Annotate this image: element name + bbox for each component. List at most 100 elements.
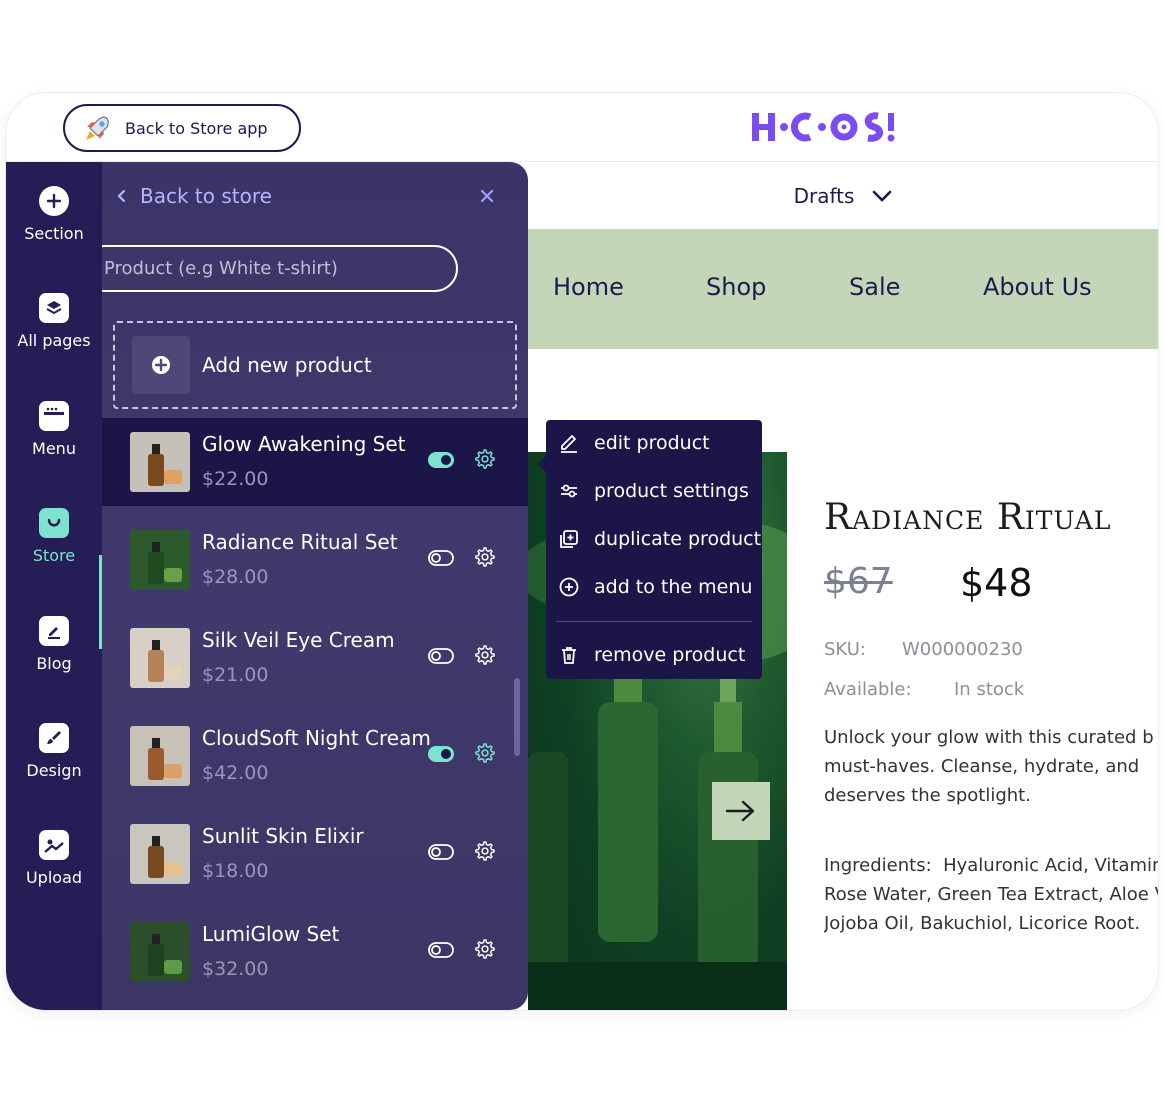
duplicate-product-label: duplicate product: [594, 528, 762, 550]
back-to-store-app-button[interactable]: Back to Store app: [63, 104, 301, 152]
add-to-menu-item[interactable]: add to the menu: [558, 576, 752, 598]
sku-value: W000000230: [902, 639, 1023, 660]
rail-item-label: Design: [26, 761, 82, 780]
new-price: $48: [960, 561, 1033, 605]
rail-item-design[interactable]: Design: [6, 723, 102, 780]
product-list-scrollbar[interactable]: [514, 678, 520, 756]
duplicate-icon: [560, 530, 578, 548]
duplicate-product-item[interactable]: duplicate product: [558, 528, 761, 550]
product-row[interactable]: Glow Awakening Set $22.00: [102, 418, 528, 506]
rail-item-label: Section: [24, 224, 84, 243]
remove-product-item[interactable]: remove product: [558, 644, 745, 666]
toggle-on-icon[interactable]: [428, 746, 454, 762]
toggle-on-icon[interactable]: [428, 452, 454, 468]
toggle-off-icon[interactable]: [428, 942, 454, 958]
product-price: $18.00: [202, 860, 269, 882]
available-label: Available:: [824, 679, 912, 700]
brush-icon: [39, 723, 69, 753]
product-settings-item[interactable]: product settings: [558, 480, 749, 502]
remove-product-label: remove product: [594, 644, 746, 666]
product-search-input[interactable]: Product (e.g White t-shirt): [102, 245, 458, 292]
add-to-menu-label: add to the menu: [594, 576, 753, 598]
plus-circle-icon: [152, 356, 170, 374]
product-thumbnail: [130, 922, 190, 982]
product-name: Glow Awakening Set: [202, 432, 406, 456]
gear-icon[interactable]: [474, 742, 496, 764]
product-name: Silk Veil Eye Cream: [202, 628, 395, 652]
site-nav-bar: Home Shop Sale About Us: [528, 229, 1158, 349]
sku-label: SKU:: [824, 639, 866, 660]
arrow-right-icon: [725, 800, 755, 822]
close-icon[interactable]: [480, 184, 494, 209]
toggle-off-icon[interactable]: [428, 648, 454, 664]
add-new-product-label: Add new product: [202, 353, 372, 377]
rail-item-section[interactable]: Section: [6, 186, 102, 243]
edit-product-item[interactable]: edit product: [558, 432, 710, 454]
rail-item-all-pages[interactable]: All pages: [6, 293, 102, 350]
product-thumbnail: [130, 530, 190, 590]
image-upload-icon: [39, 830, 69, 860]
product-ingredients: Ingredients: Hyaluronic Acid, Vitamin Ro…: [824, 855, 1158, 934]
product-row[interactable]: Sunlit Skin Elixir $18.00: [102, 810, 528, 898]
context-menu-divider: [556, 621, 752, 622]
top-bar: Back to Store app: [6, 93, 1158, 162]
drafts-selector[interactable]: Drafts: [528, 163, 1158, 229]
rail-item-store[interactable]: Store: [6, 508, 102, 565]
product-title: Radiance Ritual: [824, 497, 1112, 538]
toggle-off-icon[interactable]: [428, 550, 454, 566]
available-value: In stock: [954, 679, 1025, 700]
product-price: $42.00: [202, 762, 269, 784]
menu-window-icon: [39, 401, 69, 431]
gear-icon[interactable]: [474, 840, 496, 862]
old-price: $67: [824, 561, 893, 602]
trash-icon: [562, 647, 576, 664]
sliders-icon: [561, 484, 577, 498]
chevron-down-icon: [873, 190, 892, 202]
back-to-store-label: Back to store: [140, 184, 272, 208]
product-thumbnail: [130, 432, 190, 492]
product-row[interactable]: CloudSoft Night Cream $42.00: [102, 712, 528, 800]
plus-circle-icon: [39, 186, 69, 216]
left-rail: Section All pages Menu Store Blog Design…: [6, 162, 102, 1010]
product-settings-label: product settings: [594, 480, 749, 502]
edit-square-icon: [39, 616, 69, 646]
next-image-button[interactable]: [712, 782, 770, 840]
gear-icon[interactable]: [474, 448, 496, 470]
add-new-product-button[interactable]: Add new product: [113, 321, 517, 409]
app-frame: Back to Store app Drafts Home Shop Sale …: [6, 93, 1158, 1010]
nav-sale[interactable]: Sale: [849, 273, 900, 301]
product-name: LumiGlow Set: [202, 922, 340, 946]
nav-about-us[interactable]: About Us: [983, 273, 1092, 301]
rail-item-label: Upload: [25, 868, 83, 887]
chevron-left-icon: [117, 189, 126, 203]
nav-home[interactable]: Home: [553, 273, 624, 301]
rail-item-upload[interactable]: Upload: [6, 830, 102, 887]
rail-item-menu[interactable]: Menu: [6, 401, 102, 458]
product-name: CloudSoft Night Cream: [202, 726, 431, 750]
rail-item-label: Store: [32, 546, 76, 565]
edit-product-label: edit product: [594, 432, 710, 454]
nav-shop[interactable]: Shop: [706, 273, 766, 301]
drafts-label: Drafts: [793, 184, 855, 208]
toggle-off-icon[interactable]: [428, 844, 454, 860]
back-to-store-link[interactable]: Back to store: [116, 184, 272, 208]
gear-icon[interactable]: [474, 546, 496, 568]
context-menu-caret: [538, 456, 546, 472]
rail-item-blog[interactable]: Blog: [6, 616, 102, 673]
product-price: $22.00: [202, 468, 269, 490]
product-thumbnail: [130, 824, 190, 884]
hocoos-logo: [752, 112, 895, 142]
gear-icon[interactable]: [474, 938, 496, 960]
product-row[interactable]: Silk Veil Eye Cream $21.00: [102, 614, 528, 702]
product-price: $28.00: [202, 566, 269, 588]
product-row[interactable]: Radiance Ritual Set $28.00: [102, 516, 528, 604]
rail-item-label: Menu: [32, 439, 76, 458]
layers-icon: [39, 293, 69, 323]
gear-icon[interactable]: [474, 644, 496, 666]
rail-item-label: All pages: [17, 331, 91, 350]
product-row[interactable]: LumiGlow Set $32.00: [102, 908, 528, 996]
product-name: Radiance Ritual Set: [202, 530, 398, 554]
product-price: $21.00: [202, 664, 269, 686]
product-thumbnail: [130, 628, 190, 688]
product-name: Sunlit Skin Elixir: [202, 824, 364, 848]
